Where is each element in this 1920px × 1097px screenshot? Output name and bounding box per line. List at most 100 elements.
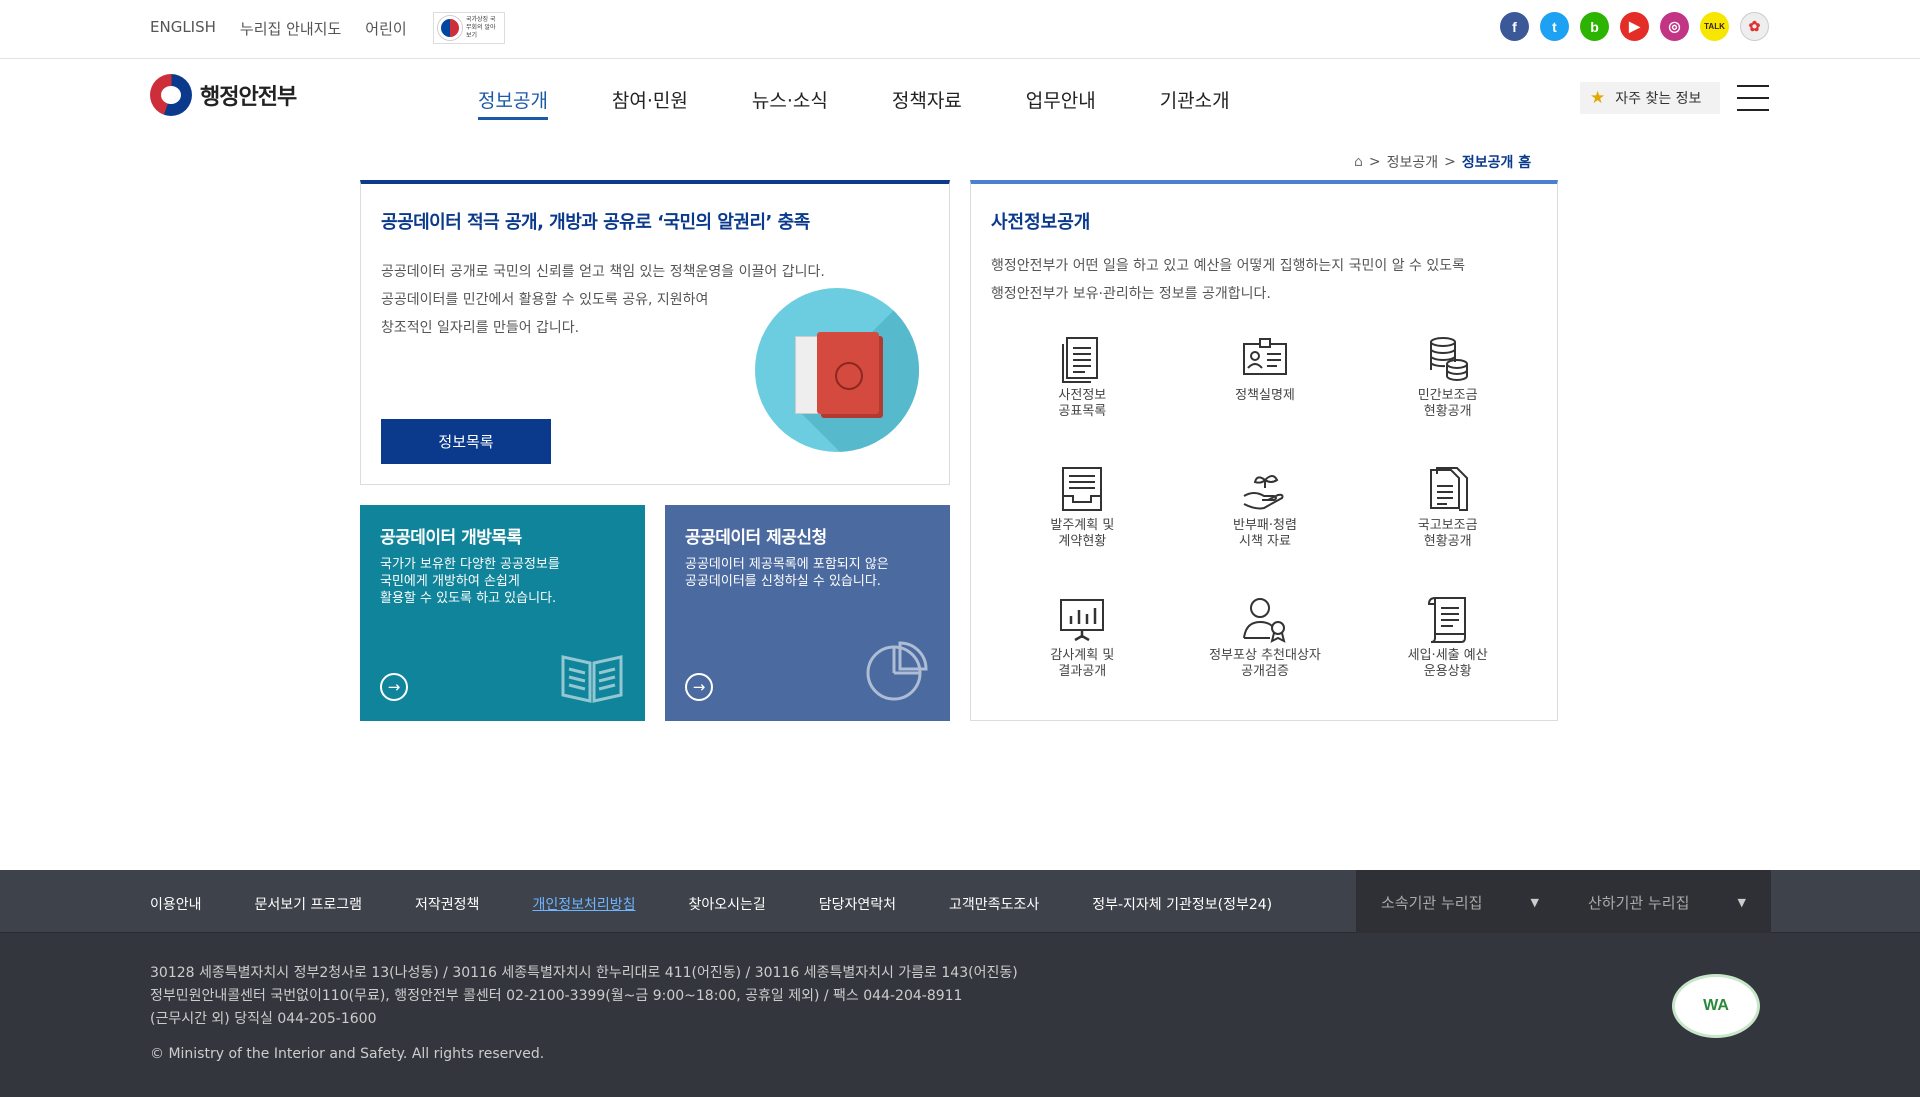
disclosure-item-label: 국고보조금 현황공개 (1417, 518, 1478, 549)
footer-links: 이용안내 문서보기 프로그램 저작권정책 개인정보처리방침 찾아오시는길 담당자연락처 고객… (150, 894, 1325, 914)
web-accessibility-mark-icon[interactable]: WA (1672, 974, 1760, 1038)
copyright: © Ministry of the Interior and Safety. A… (150, 1046, 545, 1062)
footer-nav: 이용안내 문서보기 프로그램 저작권정책 개인정보처리방침 찾아오시는길 담당자연락처 고객… (0, 870, 1920, 933)
national-symbol-label: 국가상징 국무회의 알아보기 (466, 16, 496, 39)
sns-links: f t b ▶ ◎ TALK ✿ (1500, 12, 1769, 41)
disclosure-item[interactable]: 정책실명제 (1174, 334, 1357, 434)
footer-link[interactable]: 찾아오시는길 (688, 894, 765, 914)
korea-policy-icon[interactable]: ✿ (1740, 12, 1769, 41)
disclosure-item[interactable]: 정부포상 추천대상자 공개검증 (1174, 594, 1357, 694)
contact-line: 정부민원안내콜센터 국번없이110(무료), 행정안전부 콜센터 02-2100… (150, 988, 963, 1004)
disclosure-item[interactable]: 반부패·청렴 시책 자료 (1174, 464, 1357, 564)
desc-line: 행정안전부가 보유·관리하는 정보를 공개합니다. (991, 286, 1271, 302)
facebook-icon[interactable]: f (1500, 12, 1529, 41)
frequent-info-button[interactable]: ★ 자주 찾는 정보 (1580, 82, 1720, 114)
open-data-list-title: 공공데이터 개방목록 (380, 528, 522, 548)
address-line: 30128 세종특별자치시 정부2청사로 13(나성동) / 30116 세종특… (150, 965, 1018, 981)
breadcrumb: ⌂ > 정보공개 > 정보공개 홈 (1354, 152, 1532, 172)
breadcrumb-level1[interactable]: 정보공개 (1387, 152, 1439, 172)
presentation-chart-icon (1057, 594, 1107, 644)
nav-business[interactable]: 업무안내 (1026, 86, 1096, 120)
open-book-icon (561, 655, 623, 703)
kakaotalk-icon[interactable]: TALK (1700, 12, 1729, 41)
documents-icon (1423, 464, 1473, 514)
document-list-icon (1057, 334, 1107, 384)
id-card-icon (1240, 334, 1290, 384)
proactive-disclosure-title: 사전정보공개 (991, 212, 1091, 233)
twitter-icon[interactable]: t (1540, 12, 1569, 41)
taegeuk-icon (438, 16, 462, 40)
national-symbol-link[interactable]: 국가상징 국무회의 알아보기 (433, 12, 505, 44)
blog-icon[interactable]: b (1580, 12, 1609, 41)
proactive-disclosure-desc: 행정안전부가 어떤 일을 하고 있고 예산을 어떻게 집행하는지 국민이 알 수… (991, 252, 1537, 308)
disclosure-item[interactable]: 발주계획 및 계약현황 (991, 464, 1174, 564)
hamburger-menu-icon[interactable] (1737, 85, 1769, 111)
disclosure-item-label: 발주계획 및 계약현황 (1050, 518, 1115, 549)
public-data-title: 공공데이터 적극 공개, 개방과 공유로 ‘국민의 알권리’ 충족 (381, 212, 810, 233)
footer-link[interactable]: 저작권정책 (415, 894, 479, 914)
footer-link[interactable]: 고객만족도조사 (949, 894, 1039, 914)
coins-icon (1423, 334, 1473, 384)
top-utility-bar: ENGLISH 누리집 안내지도 어린이 국가상징 국무회의 알아보기 f t b ▶… (0, 0, 1920, 59)
book-illustration-icon (755, 288, 919, 452)
info-list-button[interactable]: 정보목록 (381, 419, 551, 464)
nav-info-disclosure[interactable]: 정보공개 (478, 86, 548, 120)
instagram-icon[interactable]: ◎ (1660, 12, 1689, 41)
proactive-disclosure-card: 사전정보공개 행정안전부가 어떤 일을 하고 있고 예산을 어떻게 집행하는지 … (970, 180, 1558, 721)
desc-line: 공공데이터 공개로 국민의 신뢰를 얻고 책임 있는 정책운영을 이끌어 갑니다… (381, 264, 825, 280)
nav-participation[interactable]: 참여·민원 (612, 86, 688, 120)
select-label: 산하기관 누리집 (1588, 894, 1690, 912)
disclosure-item[interactable]: 국고보조금 현황공개 (1356, 464, 1539, 564)
nav-about[interactable]: 기관소개 (1160, 86, 1230, 120)
desc-line: 국민에게 개방하여 손쉽게 (380, 574, 520, 589)
person-award-icon (1240, 594, 1290, 644)
logo[interactable]: 행정안전부 (150, 74, 297, 116)
youtube-icon[interactable]: ▶ (1620, 12, 1649, 41)
open-data-list-card[interactable]: 공공데이터 개방목록 국가가 보유한 다양한 공공정보를 국민에게 개방하여 손… (360, 505, 645, 721)
logo-text: 행정안전부 (200, 85, 297, 110)
disclosure-item-label: 민간보조금 현황공개 (1417, 388, 1478, 419)
kids-link[interactable]: 어린이 (365, 18, 406, 39)
desc-line: 공공데이터를 신청하실 수 있습니다. (685, 574, 881, 589)
frequent-info-label: 자주 찾는 정보 (1615, 91, 1702, 107)
utility-links: ENGLISH 누리집 안내지도 어린이 (150, 18, 407, 39)
data-request-card[interactable]: 공공데이터 제공신청 공공데이터 제공목록에 포함되지 않은 공공데이터를 신청… (665, 505, 950, 721)
main-navigation: 정보공개 참여·민원 뉴스·소식 정책자료 업무안내 기관소개 (478, 86, 1294, 120)
hand-sprout-icon (1240, 464, 1290, 514)
disclosure-item[interactable]: 감사계획 및 결과공개 (991, 594, 1174, 694)
arrow-right-icon[interactable]: → (685, 673, 713, 701)
disclosure-item-label: 세입·세출 예산 운용상황 (1407, 648, 1488, 679)
tray-document-icon (1057, 464, 1107, 514)
footer-link[interactable]: 담당자연락처 (819, 894, 896, 914)
nav-news[interactable]: 뉴스·소식 (752, 86, 828, 120)
footer-link[interactable]: 이용안내 (150, 894, 202, 914)
caret-down-icon: ▼ (1530, 896, 1539, 909)
subsidiary-sites-select[interactable]: 산하기관 누리집 ▼ (1563, 870, 1771, 933)
disclosure-item-label: 정부포상 추천대상자 공개검증 (1209, 648, 1321, 679)
footer-link[interactable]: 개인정보처리방침 (532, 894, 635, 914)
caret-down-icon: ▼ (1737, 896, 1746, 909)
duty-line: (근무시간 외) 당직실 044-205-1600 (150, 1011, 377, 1027)
footer-address: 30128 세종특별자치시 정부2청사로 13(나성동) / 30116 세종특… (150, 962, 1018, 1031)
main-header: 행정안전부 정보공개 참여·민원 뉴스·소식 정책자료 업무안내 기관소개 ★ … (0, 60, 1920, 140)
data-request-desc: 공공데이터 제공목록에 포함되지 않은 공공데이터를 신청하실 수 있습니다. (685, 556, 930, 590)
footer-link[interactable]: 문서보기 프로그램 (255, 894, 363, 914)
home-icon[interactable]: ⌂ (1354, 154, 1363, 170)
data-request-title: 공공데이터 제공신청 (685, 528, 827, 548)
english-link[interactable]: ENGLISH (150, 18, 216, 39)
affiliated-sites-select[interactable]: 소속기관 누리집 ▼ (1356, 870, 1564, 933)
footer-link[interactable]: 정부-지자체 기관정보(정부24) (1092, 894, 1272, 914)
disclosure-item[interactable]: 세입·세출 예산 운용상황 (1356, 594, 1539, 694)
arrow-right-icon[interactable]: → (380, 673, 408, 701)
footer: 이용안내 문서보기 프로그램 저작권정책 개인정보처리방침 찾아오시는길 담당자연락처 고객… (0, 870, 1920, 1097)
disclosure-grid: 사전정보 공표목록 정책실명제 민간보조금 현황공개발주계획 및 계약현황 반부패·청… (991, 334, 1539, 694)
disclosure-item[interactable]: 사전정보 공표목록 (991, 334, 1174, 434)
sitemap-link[interactable]: 누리집 안내지도 (240, 18, 341, 39)
desc-line: 국가가 보유한 다양한 공공정보를 (380, 557, 560, 572)
disclosure-item[interactable]: 민간보조금 현황공개 (1356, 334, 1539, 434)
government-emblem-icon (150, 74, 192, 116)
desc-line: 행정안전부가 어떤 일을 하고 있고 예산을 어떻게 집행하는지 국민이 알 수… (991, 258, 1465, 274)
disclosure-item-label: 반부패·청렴 시책 자료 (1233, 518, 1297, 549)
disclosure-item-label: 정책실명제 (1235, 388, 1295, 403)
nav-policy[interactable]: 정책자료 (892, 86, 962, 120)
